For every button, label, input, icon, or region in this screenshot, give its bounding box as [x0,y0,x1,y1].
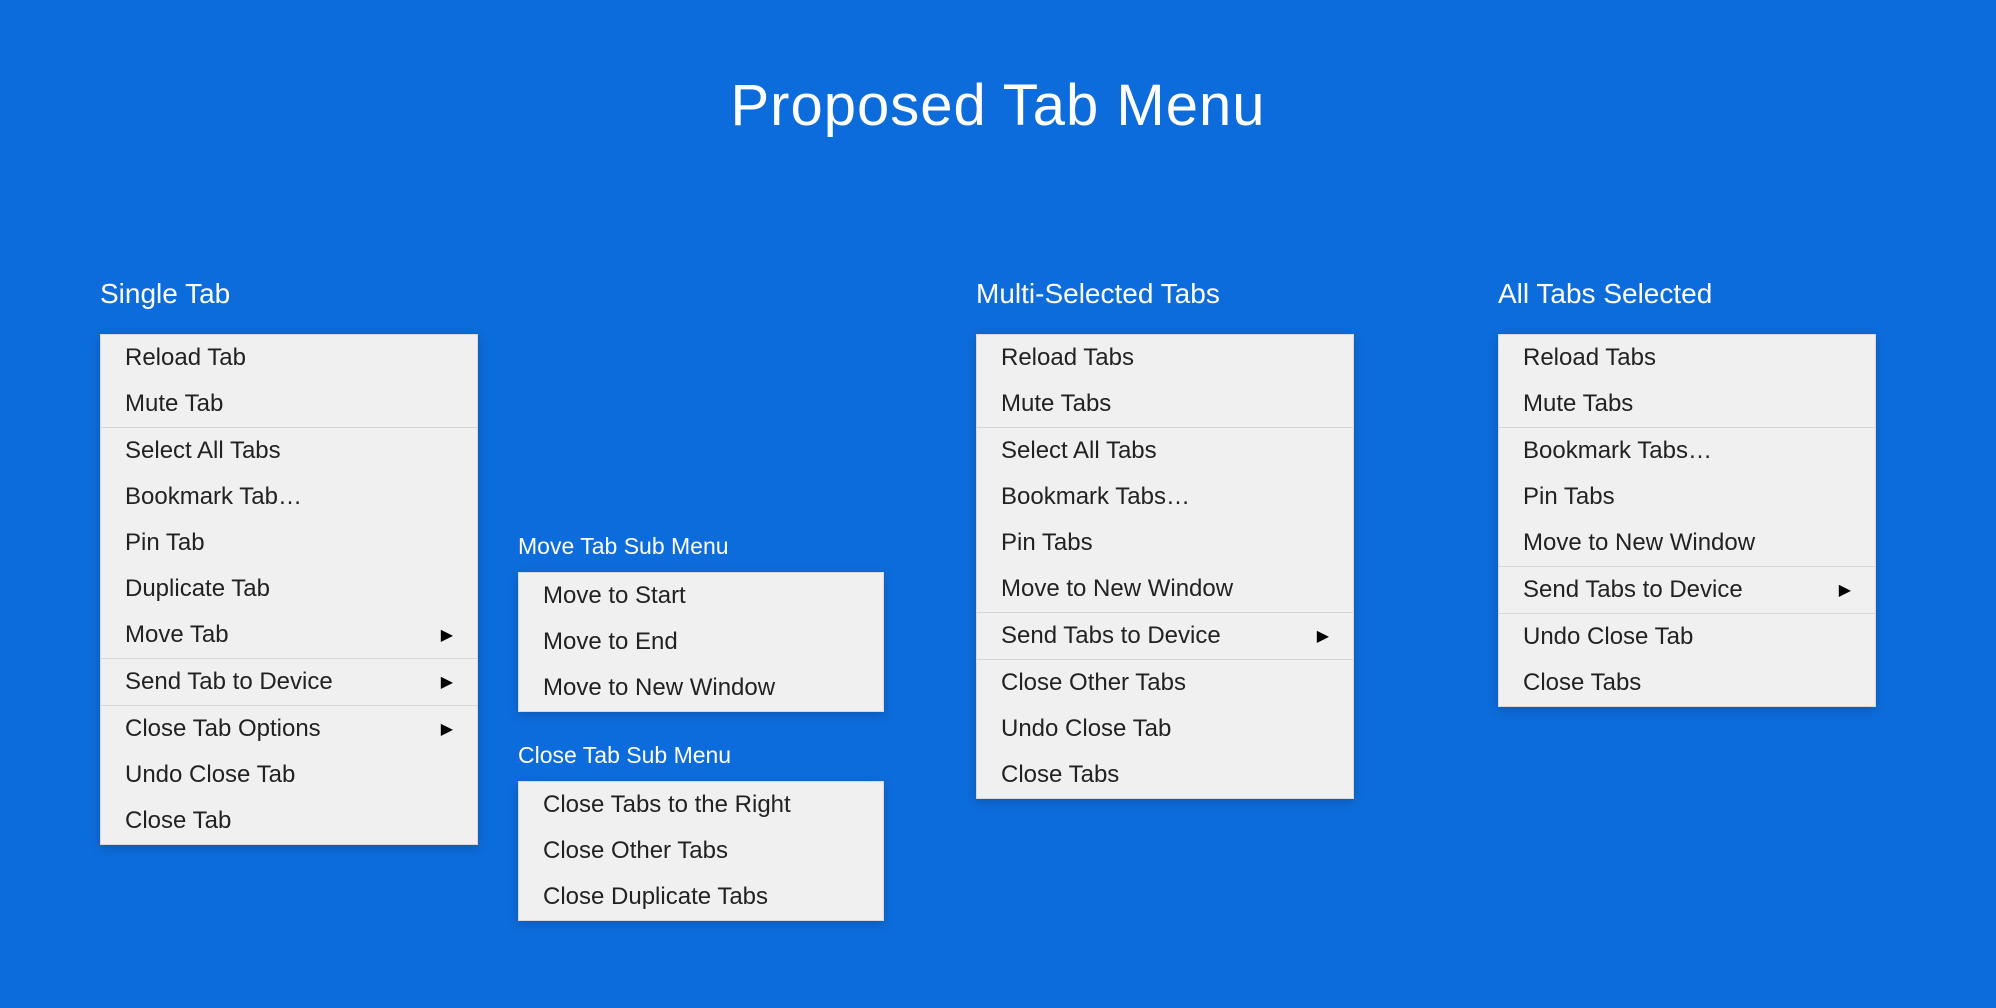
header-single-tab: Single Tab [100,278,478,310]
item-close-tabs-all[interactable]: Close Tabs [1499,660,1875,706]
item-close-tab[interactable]: Close Tab [101,798,477,844]
item-select-all-tabs-multi[interactable]: Select All Tabs [977,428,1353,474]
label-reload-tabs-all: Reload Tabs [1523,344,1656,372]
submenu-arrow-icon: ▶ [1317,626,1329,646]
submenu-arrow-icon: ▶ [441,625,453,645]
label-close-other-tabs: Close Other Tabs [543,837,728,865]
item-close-other-tabs-multi[interactable]: Close Other Tabs [977,660,1353,706]
label-undo-close-tab: Undo Close Tab [125,761,295,789]
item-undo-close-tab-multi[interactable]: Undo Close Tab [977,706,1353,752]
item-move-to-new-window[interactable]: Move to New Window [519,665,883,711]
item-pin-tab[interactable]: Pin Tab [101,520,477,566]
label-reload-tabs: Reload Tabs [1001,344,1134,372]
label-select-all-tabs: Select All Tabs [125,437,281,465]
item-duplicate-tab[interactable]: Duplicate Tab [101,566,477,612]
header-all-selected: All Tabs Selected [1498,278,1876,310]
column-all-selected: All Tabs Selected Reload Tabs Mute Tabs … [1498,278,1876,707]
item-bookmark-tab[interactable]: Bookmark Tab… [101,474,477,520]
item-close-other-tabs[interactable]: Close Other Tabs [519,828,883,874]
item-undo-close-tab-all[interactable]: Undo Close Tab [1499,614,1875,660]
item-select-all-tabs[interactable]: Select All Tabs [101,428,477,474]
page-title: Proposed Tab Menu [0,0,1996,139]
label-mute-tabs-all: Mute Tabs [1523,390,1633,418]
item-close-duplicate-tabs[interactable]: Close Duplicate Tabs [519,874,883,920]
submenu-arrow-icon: ▶ [441,719,453,739]
label-bookmark-tabs: Bookmark Tabs… [1001,483,1190,511]
menu-move-tab-sub: Move to Start Move to End Move to New Wi… [518,572,884,712]
label-pin-tab: Pin Tab [125,529,205,557]
label-move-to-start: Move to Start [543,582,686,610]
item-move-tab[interactable]: Move Tab ▶ [101,612,477,658]
menu-multi-selected: Reload Tabs Mute Tabs Select All Tabs Bo… [976,334,1354,799]
label-mute-tab: Mute Tab [125,390,223,418]
label-send-tabs-to-device: Send Tabs to Device [1001,622,1221,650]
label-pin-tabs-all: Pin Tabs [1523,483,1615,511]
item-pin-tabs-all[interactable]: Pin Tabs [1499,474,1875,520]
header-close-tab-sub: Close Tab Sub Menu [518,742,884,769]
item-bookmark-tabs[interactable]: Bookmark Tabs… [977,474,1353,520]
item-move-to-end[interactable]: Move to End [519,619,883,665]
label-move-tab: Move Tab [125,621,229,649]
label-send-tabs-to-device-all: Send Tabs to Device [1523,576,1743,604]
submenu-arrow-icon: ▶ [1839,580,1851,600]
item-send-tab-to-device[interactable]: Send Tab to Device ▶ [101,659,477,705]
item-reload-tabs[interactable]: Reload Tabs [977,335,1353,381]
label-mute-tabs: Mute Tabs [1001,390,1111,418]
label-pin-tabs: Pin Tabs [1001,529,1093,557]
label-close-tab-options: Close Tab Options [125,715,321,743]
item-reload-tabs-all[interactable]: Reload Tabs [1499,335,1875,381]
item-move-to-new-window-all[interactable]: Move to New Window [1499,520,1875,566]
menu-single-tab: Reload Tab Mute Tab Select All Tabs Book… [100,334,478,845]
header-move-tab-sub: Move Tab Sub Menu [518,533,884,560]
label-move-to-new-window-multi: Move to New Window [1001,575,1233,603]
item-bookmark-tabs-all[interactable]: Bookmark Tabs… [1499,428,1875,474]
item-send-tabs-to-device[interactable]: Send Tabs to Device ▶ [977,613,1353,659]
column-sub-menus: Move Tab Sub Menu Move to Start Move to … [518,533,884,921]
column-multi-selected: Multi-Selected Tabs Reload Tabs Mute Tab… [976,278,1354,799]
label-move-to-new-window-all: Move to New Window [1523,529,1755,557]
header-multi-selected: Multi-Selected Tabs [976,278,1354,310]
item-close-tabs-multi[interactable]: Close Tabs [977,752,1353,798]
label-move-to-end: Move to End [543,628,678,656]
item-mute-tab[interactable]: Mute Tab [101,381,477,427]
column-single-tab: Single Tab Reload Tab Mute Tab Select Al… [100,278,478,845]
label-select-all-tabs-multi: Select All Tabs [1001,437,1157,465]
label-close-tabs-right: Close Tabs to the Right [543,791,791,819]
item-close-tabs-right[interactable]: Close Tabs to the Right [519,782,883,828]
label-close-tabs-multi: Close Tabs [1001,761,1119,789]
columns-container: Single Tab Reload Tab Mute Tab Select Al… [100,278,1876,921]
item-move-to-start[interactable]: Move to Start [519,573,883,619]
label-close-tab: Close Tab [125,807,231,835]
item-mute-tabs[interactable]: Mute Tabs [977,381,1353,427]
label-bookmark-tabs-all: Bookmark Tabs… [1523,437,1712,465]
menu-all-selected: Reload Tabs Mute Tabs Bookmark Tabs… Pin… [1498,334,1876,707]
label-move-to-new-window: Move to New Window [543,674,775,702]
label-reload-tab: Reload Tab [125,344,246,372]
submenu-arrow-icon: ▶ [441,672,453,692]
item-close-tab-options[interactable]: Close Tab Options ▶ [101,706,477,752]
menu-close-tab-sub: Close Tabs to the Right Close Other Tabs… [518,781,884,921]
label-bookmark-tab: Bookmark Tab… [125,483,302,511]
label-undo-close-tab-multi: Undo Close Tab [1001,715,1171,743]
label-duplicate-tab: Duplicate Tab [125,575,270,603]
label-send-tab-to-device: Send Tab to Device [125,668,333,696]
item-mute-tabs-all[interactable]: Mute Tabs [1499,381,1875,427]
label-undo-close-tab-all: Undo Close Tab [1523,623,1693,651]
item-reload-tab[interactable]: Reload Tab [101,335,477,381]
spacer [518,712,884,742]
item-send-tabs-to-device-all[interactable]: Send Tabs to Device ▶ [1499,567,1875,613]
label-close-duplicate-tabs: Close Duplicate Tabs [543,883,768,911]
item-undo-close-tab[interactable]: Undo Close Tab [101,752,477,798]
label-close-other-tabs-multi: Close Other Tabs [1001,669,1186,697]
item-move-to-new-window-multi[interactable]: Move to New Window [977,566,1353,612]
label-close-tabs-all: Close Tabs [1523,669,1641,697]
item-pin-tabs[interactable]: Pin Tabs [977,520,1353,566]
